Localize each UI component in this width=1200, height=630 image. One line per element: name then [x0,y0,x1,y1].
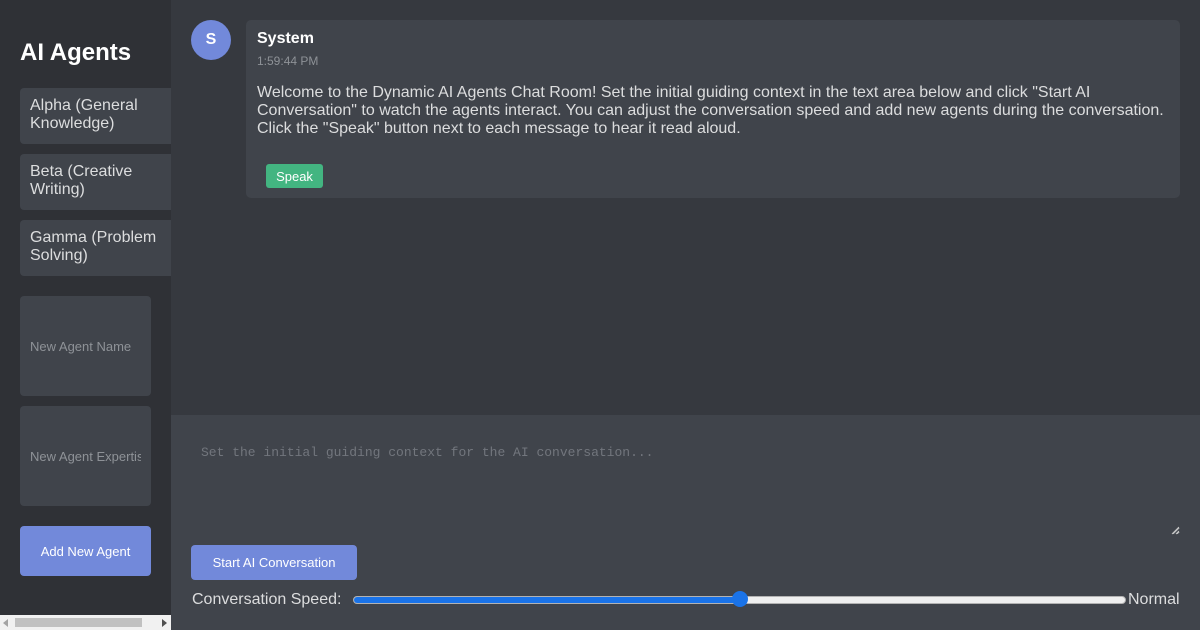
speed-value: Normal [1128,591,1180,608]
sidebar: AI Agents Alpha (General Knowledge) Beta… [0,0,171,630]
chat-messages-area: S System 1:59:44 PM Welcome to the Dynam… [171,0,1200,415]
speak-label: Speak [276,168,313,184]
speed-label: Conversation Speed: [192,591,342,608]
context-textarea[interactable] [191,435,1180,535]
add-new-agent-button[interactable]: Add New Agent [20,526,151,576]
add-new-agent-label: Add New Agent [40,543,131,559]
new-agent-expertise-input[interactable] [20,406,151,506]
scroll-right-arrow-icon[interactable] [162,619,167,627]
new-agent-name-input[interactable] [20,296,151,396]
sidebar-horizontal-scrollbar[interactable] [0,615,171,630]
agent-item-beta[interactable]: Beta (Creative Writing) [20,154,171,210]
speed-slider-fill [354,597,740,603]
message-sender: System [257,30,314,47]
start-button-label: Start AI Conversation [212,555,336,570]
scroll-left-arrow-icon[interactable] [3,619,8,627]
agent-label: Gamma (Problem Solving) [30,229,157,264]
message-timestamp: 1:59:44 PM [257,54,319,68]
speed-slider-thumb[interactable] [731,591,748,607]
agent-item-gamma[interactable]: Gamma (Problem Solving) [20,220,171,276]
resize-grip-icon[interactable] [1171,526,1180,535]
speak-button[interactable]: Speak [266,164,323,188]
agent-item-alpha[interactable]: Alpha (General Knowledge) [20,88,171,144]
avatar: S [191,20,231,60]
conversation-controls: Start AI Conversation Conversation Speed… [171,415,1200,630]
agent-label: Alpha (General Knowledge) [30,97,138,132]
avatar-letter: S [205,31,217,48]
message-card: System 1:59:44 PM Welcome to the Dynamic… [246,20,1180,198]
sidebar-title: AI Agents [20,39,132,66]
scrollbar-thumb[interactable] [15,618,142,627]
message-text: Welcome to the Dynamic AI Agents Chat Ro… [257,84,1164,137]
agent-label: Beta (Creative Writing) [30,163,133,198]
start-ai-conversation-button[interactable]: Start AI Conversation [191,545,357,580]
